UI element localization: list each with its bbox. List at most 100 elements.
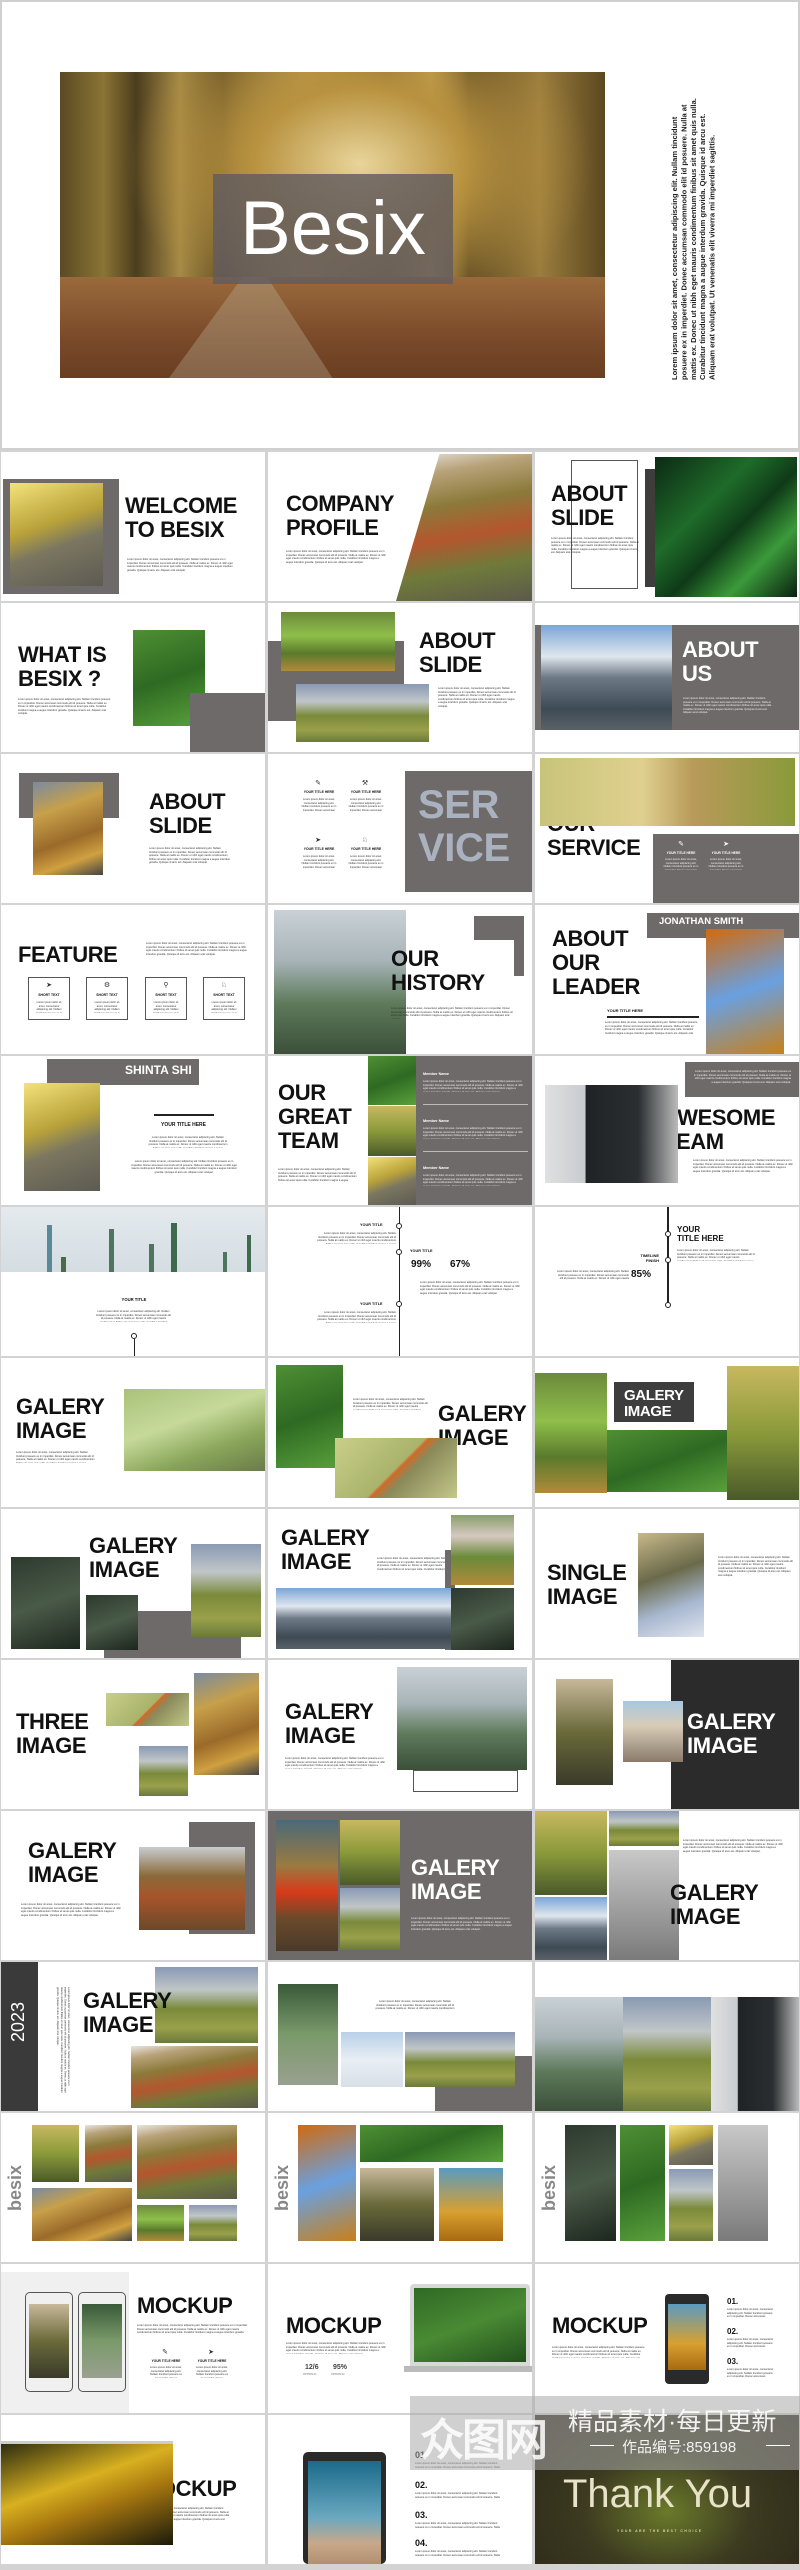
slide-thumbnail[interactable]: YOUR TITLE YOUR TITLE YOUR TITLE Lorem ipsu… [268,1207,532,1356]
color-block [404,2366,532,2372]
hero-body-text: Lorem ipsum dolor sit amet, consectetur … [670,98,717,380]
photo [368,1157,416,1205]
color-block [61,1257,66,1272]
leader-name: JONATHAN SMITH [659,916,744,927]
photo [609,1850,679,1960]
timeline-node [664,1302,671,1308]
slide-thumbnail[interactable]: SER VICE ✎ YOUR TITLE HERE Lorem ipsum dolo… [268,754,532,903]
slide-thumbnail[interactable]: besix [268,2113,532,2262]
slide-thumbnail[interactable]: MOCKUPLorem ipsum dolor sit amet, consec… [1,2264,265,2413]
slide-thumbnail[interactable]: GALERY IMAGE Lorem ipsum dolor sit amet, … [1,1811,265,1960]
slide-thumbnail[interactable]: GALERY IMAGE Lorem ipsum dolor sit amet, … [1,1358,265,1507]
photo [405,2032,515,2087]
body-text: Lorem ipsum dolor sit amet, consectetur … [693,1159,793,1173]
slide-thumbnail[interactable]: GALERY IMAGE [1,1509,265,1658]
photo [32,2188,132,2241]
slide-thumbnail[interactable]: WHAT IS BESIX ? Lorem ipsum dolor sit ame… [1,603,265,752]
photo [11,1557,80,1649]
body-text: Lorem ipsum dolor sit amet, consectetur … [415,2522,500,2528]
slide-thumbnail[interactable]: FEATURE Lorem ipsum dolor sit amet, conse… [1,905,265,1054]
slide-thumbnail[interactable]: OUR SERVICE✎YOUR TITLE HERELorem ipsum d… [535,754,799,903]
body-text: Lorem ipsum dolor sit amet, consectetur … [423,1080,523,1092]
slide-title: GALERY IMAGE [285,1699,374,1748]
slide-thumbnail[interactable]: besix [535,2113,799,2262]
body-text: Lorem ipsum dolor sit amet, consectetur … [375,2000,455,2010]
step-number: 04. [415,2538,428,2548]
slide-thumbnail[interactable]: OUR HISTORY Lorem ipsum dolor sit amet, c… [268,905,532,1054]
body-text: Lorem ipsum dolor sit amet, consectetur … [552,2346,645,2358]
photo [609,1811,679,1846]
photo [29,2304,69,2378]
feature-icon: ➤ [46,982,52,989]
step-number: 03. [727,2357,739,2366]
slide-thumbnail[interactable]: COMPANY PROFILE Lorem ipsum dolor sit ame… [268,452,532,601]
slide-thumbnail[interactable]: Lorem ipsum dolor sit amet, consectetur … [535,1056,799,1205]
slide-thumbnail[interactable]: SINGLE IMAGE Lorem ipsum dolor sit amet, … [535,1509,799,1658]
photo [137,2125,237,2199]
member-name-label: Member Name [423,1119,449,1123]
photo [189,2205,237,2241]
slide-title: GALERY IMAGE [624,1387,684,1421]
body-text: Lorem ipsum dolor sit amet, consectetur … [16,1451,95,1463]
photo [131,2046,258,2108]
photo [368,1106,416,1156]
service-item-title: YOUR TITLE HERE [303,847,335,851]
slide-thumbnail[interactable]: GALERY IMAGE Lorem ipsum dolor sit amet, … [535,1811,799,1960]
slide-thumbnail[interactable]: MOCKUPLorem ipsum dolor sit amet, consec… [268,2264,532,2413]
slide-thumbnail[interactable]: GALERY IMAGE Lorem ipsum dolor sit amet, … [268,1660,532,1809]
photo [535,1811,607,1895]
photo [535,1997,623,2111]
photo [10,483,103,586]
slide-thumbnail[interactable]: YOUR TITLE Lorem ipsum dolor sit amet, co… [1,1207,265,1356]
slide-title: SINGLE IMAGE [547,1560,627,1609]
body-text: Lorem ipsum dolor sit amet, consectetur … [438,687,516,708]
outline-frame [413,1770,518,1792]
slide-thumbnail[interactable]: GALERY IMAGE [535,1660,799,1809]
slide-thumbnail[interactable]: MOCKUPLorem ipsum dolor sit amet, consec… [1,2415,265,2564]
slide-thumbnail[interactable]: JONATHAN SMITH ABOUT OUR LEADER YOUR TITLE… [535,905,799,1054]
slide-title: GALERY IMAGE [28,1838,117,1887]
photo [276,1820,338,1951]
photo [308,2461,381,2564]
photo [24,1083,100,1191]
slide-thumbnail[interactable]: GALERY IMAGE Lorem ipsum dolor sit amet, … [268,1811,532,1960]
slide-thumbnail[interactable]: ABOUT SLIDE Lorem ipsum dolor sit amet, c… [1,754,265,903]
slide-thumbnail[interactable]: THREE IMAGE [1,1660,265,1809]
watermark-logo: 众图网 [420,2416,548,2465]
body-text: Lorem ipsum dolor sit amet, consectetur … [94,1001,120,1013]
slide-thumbnail[interactable]: YOUR TITLE HERE TIMELINE FINISH 85% Lorem i… [535,1207,799,1356]
slide-thumbnail[interactable]: GALERY IMAGE [535,1358,799,1507]
color-block [149,1244,154,1272]
slide-thumbnail[interactable]: besix [1,2113,265,2262]
slide-thumbnail[interactable]: ABOUT SLIDE Lorem ipsum dolor sit amet, c… [535,452,799,601]
timeline-node [664,1231,671,1237]
slide-thumbnail[interactable]: ABOUT US Lorem ipsum dolor sit amet, cons… [535,603,799,752]
slide-thumbnail[interactable]: Lorem ipsum dolor sit amet, consectetur … [268,1358,532,1507]
body-text: Lorem ipsum dolor sit amet, consectetur … [286,550,386,564]
slide-thumbnail[interactable]: 2023 Lorem ipsum dolor sit amet, consecte… [1,1962,265,2111]
feature-icon: ⚲ [163,982,169,989]
body-text: Lorem ipsum dolor sit amet, consectetur … [391,1007,513,1019]
slide-thumbnail[interactable] [535,1962,799,2111]
slide-thumbnail[interactable]: Lorem ipsum dolor sit amet, consectetur … [268,1962,532,2111]
slide-thumbnail[interactable]: WELCOME TO BESIX Lorem ipsum dolor sit am… [1,452,265,601]
slide-thumbnail[interactable]: MOCKUPLorem ipsum dolor sit amet, consec… [535,2264,799,2413]
photo [194,1673,259,1775]
body-text: Lorem ipsum dolor sit amet, consectetur … [149,847,231,865]
member-name-label: Member Name [423,1072,449,1076]
body-text: Lorem ipsum dolor sit amet, consectetur … [137,2324,248,2334]
title-slide[interactable]: Besix Lorem ipsum dolor sit amet, consec… [0,0,800,450]
stat-label: OPTION 02 [331,2373,345,2376]
feature-label: SHORT TEXT [96,993,118,997]
photo [360,2125,503,2162]
slide-thumbnail[interactable]: SHINTA SHI YOUR TITLE HERE Lorem ipsum dol… [1,1056,265,1205]
slide-thumbnail[interactable]: ABOUT SLIDE Lorem ipsum dolor sit amet, c… [268,603,532,752]
slide-thumbnail[interactable]: OUR GREAT TEAM Member Name Lorem ipsum dol… [268,1056,532,1205]
photo [727,1366,799,1500]
service-item-title: YOUR TITLE HERE [711,851,741,855]
photo [607,1430,727,1492]
slide-thumbnail[interactable]: GALERY IMAGE Lorem ipsum dolor sit amet, … [268,1509,532,1658]
watermark-slogan: 精品素材·每日更新 [568,2408,777,2436]
divider [607,1016,699,1018]
body-text: Lorem ipsum dolor sit amet, consectetur … [286,2342,386,2354]
